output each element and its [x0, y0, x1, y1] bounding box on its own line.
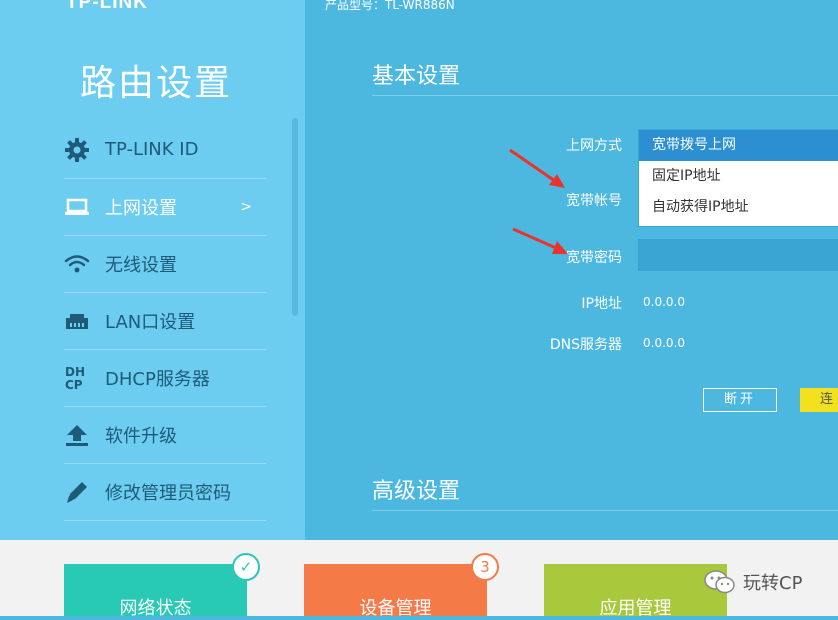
- dns-server-value: 0.0.0.0: [643, 336, 685, 350]
- watermark-text: 玩转CP: [743, 573, 803, 594]
- dropdown-option-static-ip[interactable]: 固定IP地址: [639, 161, 838, 192]
- gear-icon: [64, 137, 90, 163]
- sidebar: TP-LINK 路由设置 TP-LINK ID 上网设置 > 无线设置 LAN口…: [0, 0, 305, 540]
- sidebar-item-upgrade[interactable]: 软件升级: [64, 406, 266, 464]
- check-icon: ✓: [232, 553, 260, 581]
- dropdown-option-pppoe[interactable]: 宽带拨号上网: [639, 130, 838, 161]
- dropdown-option-dhcp[interactable]: 自动获得IP地址: [639, 192, 838, 223]
- sidebar-item-label: 修改管理员密码: [105, 482, 231, 504]
- device-management-tile[interactable]: 设备管理: [304, 564, 487, 619]
- wechat-icon: [704, 570, 735, 594]
- svg-text:CP: CP: [65, 378, 83, 391]
- page-title: 路由设置: [80, 63, 233, 104]
- ip-address-value: 0.0.0.0: [643, 295, 685, 309]
- ip-address-label: IP地址: [581, 296, 622, 312]
- lan-port-icon: [64, 308, 90, 334]
- sidebar-item-admin-password[interactable]: 修改管理员密码: [64, 463, 266, 521]
- basic-settings-title: 基本设置: [372, 64, 461, 89]
- device-count-badge: 3: [471, 553, 499, 581]
- tp-link-logo: TP-LINK: [66, 0, 148, 13]
- svg-text:DH: DH: [65, 365, 85, 379]
- app-management-tile[interactable]: 应用管理: [544, 564, 727, 619]
- dhcp-icon: DH CP: [64, 365, 90, 391]
- sidebar-item-internet[interactable]: 上网设置 >: [64, 178, 266, 236]
- divider: [372, 95, 838, 96]
- pencil-icon: [64, 479, 90, 505]
- disconnect-button[interactable]: 断开: [703, 388, 777, 412]
- sidebar-item-label: 上网设置: [105, 197, 177, 219]
- sidebar-item-label: TP-LINK ID: [105, 139, 199, 160]
- sidebar-item-lan[interactable]: LAN口设置: [64, 292, 266, 350]
- connect-button[interactable]: 连: [800, 388, 838, 412]
- advanced-settings-title: 高级设置: [372, 479, 461, 504]
- annotation-arrow-icon: [509, 148, 565, 188]
- broadband-account-label: 宽带帐号: [566, 193, 622, 209]
- annotation-arrow-icon: [512, 227, 568, 254]
- upload-icon: [64, 422, 90, 448]
- sidebar-item-tp-link-id[interactable]: TP-LINK ID: [64, 121, 266, 179]
- sidebar-item-label: 软件升级: [105, 425, 177, 447]
- sidebar-item-label: LAN口设置: [105, 311, 196, 333]
- broadband-password-input[interactable]: [638, 239, 838, 271]
- sidebar-item-label: 无线设置: [105, 254, 177, 276]
- dns-server-label: DNS服务器: [549, 337, 622, 353]
- chevron-right-icon: >: [240, 198, 252, 215]
- watermark: 玩转CP: [703, 568, 802, 596]
- sidebar-item-label: DHCP服务器: [105, 368, 210, 390]
- laptop-icon: [64, 194, 90, 220]
- internet-mode-dropdown[interactable]: 宽带拨号上网 固定IP地址 自动获得IP地址: [638, 129, 838, 227]
- wifi-icon: [64, 251, 90, 277]
- sidebar-scrollbar[interactable]: [292, 118, 298, 316]
- sidebar-item-dhcp[interactable]: DH CP DHCP服务器: [64, 349, 266, 407]
- product-model: 产品型号：TL-WR886N: [325, 0, 455, 12]
- sidebar-item-wireless[interactable]: 无线设置: [64, 235, 266, 293]
- divider: [372, 510, 838, 511]
- network-status-tile[interactable]: 网络状态: [64, 564, 247, 619]
